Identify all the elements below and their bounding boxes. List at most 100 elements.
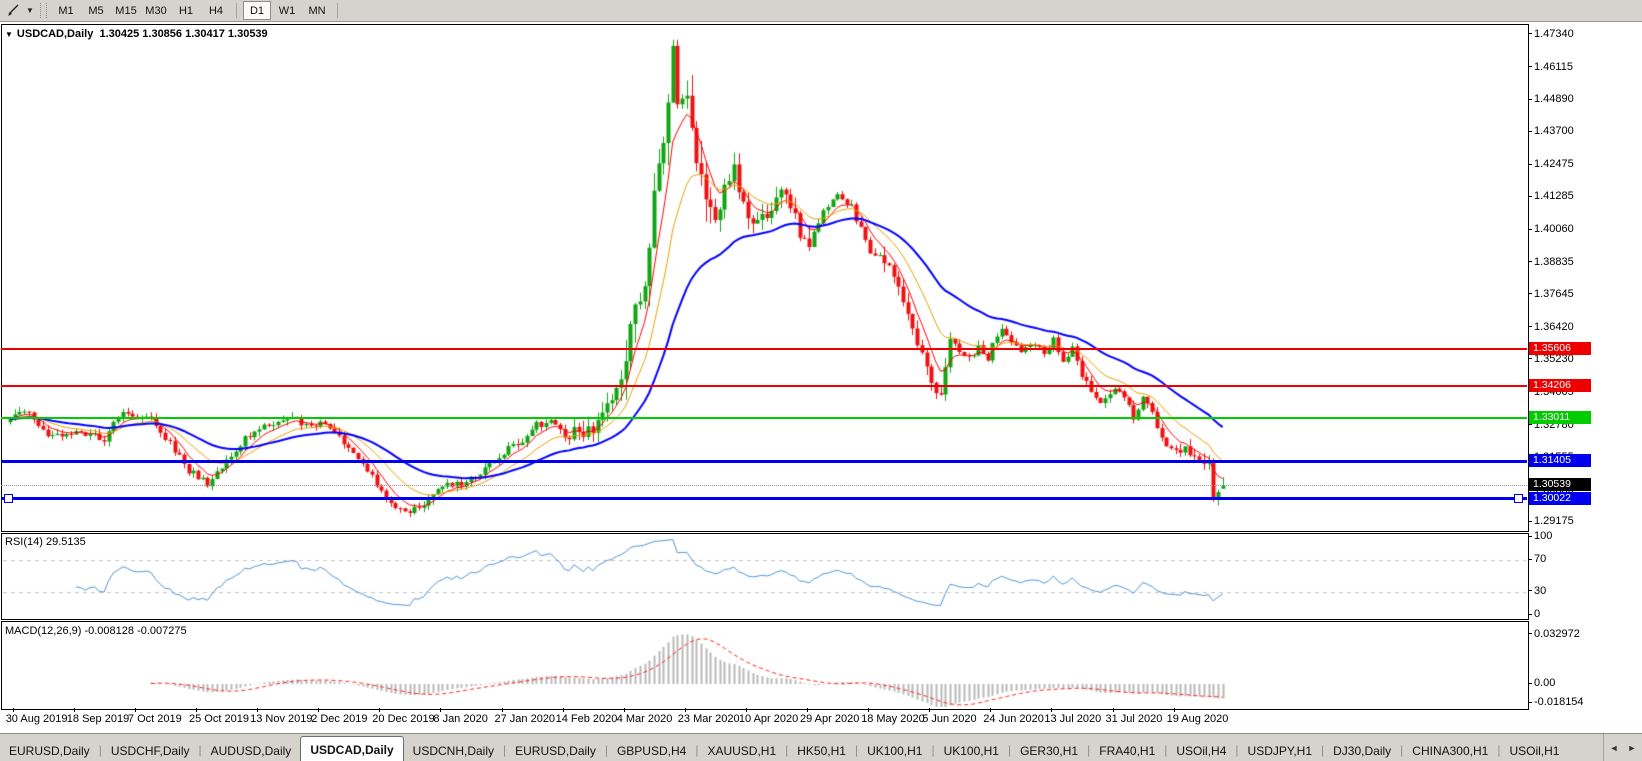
symbol-tab-fra40[interactable]: FRA40,H1 xyxy=(1090,740,1164,761)
symbol-tab-audusd[interactable]: AUDUSD,Daily xyxy=(202,740,301,761)
symbol-tab-xauusd[interactable]: XAUUSD,H1 xyxy=(698,740,785,761)
macd-axis-tick xyxy=(1528,701,1532,703)
date-axis-label[interactable]: 14 Feb 2020 xyxy=(556,713,618,725)
symbol-tab-usdjpy[interactable]: USDJPY,H1 xyxy=(1239,740,1321,761)
symbol-tab-usdchf[interactable]: USDCHF,Daily xyxy=(102,740,199,761)
date-axis-tick xyxy=(196,708,197,712)
price-hline-label-1.33011: 1.33011 xyxy=(1529,411,1591,425)
date-axis-label[interactable]: 25 Oct 2019 xyxy=(189,713,249,725)
date-axis-tick xyxy=(440,708,442,712)
symbol-tab-eurusd[interactable]: EURUSD,Daily xyxy=(0,740,99,761)
symbol-tab-gbpusd[interactable]: GBPUSD,H4 xyxy=(608,740,695,761)
date-axis-label[interactable]: 18 May 2020 xyxy=(861,713,925,725)
timeframe-button-m5[interactable]: M5 xyxy=(82,1,110,20)
tab-scroll-right-icon[interactable]: ► xyxy=(1626,743,1638,753)
rsi-label: RSI(14) 29.5135 xyxy=(5,536,86,548)
tab-scroll-left-icon[interactable]: ◄ xyxy=(1608,743,1620,753)
date-axis-label[interactable]: 30 Aug 2019 xyxy=(6,713,68,725)
price-axis-tick xyxy=(1528,163,1532,165)
price-hline-1.35606[interactable] xyxy=(1,347,1527,350)
date-axis-label[interactable]: 18 Sep 2019 xyxy=(67,713,129,725)
timeframe-button-mn[interactable]: MN xyxy=(303,1,331,20)
symbol-tab-china300[interactable]: CHINA300,H1 xyxy=(1403,740,1497,761)
macd-panel[interactable] xyxy=(1,621,1529,710)
price-hline-1.34206[interactable] xyxy=(1,385,1527,388)
date-axis-label[interactable]: 31 Jul 2020 xyxy=(1106,713,1163,725)
symbol-tab-eurusd[interactable]: EURUSD,Daily xyxy=(506,740,605,761)
chart-collapse-icon[interactable]: ▼ xyxy=(5,30,13,39)
symbol-tab-usdcnh[interactable]: USDCNH,Daily xyxy=(404,740,503,761)
date-axis-label[interactable]: 7 Oct 2019 xyxy=(128,713,182,725)
line-tool-dropdown-caret[interactable]: ▼ xyxy=(24,2,36,20)
line-tool-button[interactable] xyxy=(2,2,24,20)
price-chart-canvas[interactable] xyxy=(2,25,1526,529)
date-axis-label[interactable]: 29 Apr 2020 xyxy=(800,713,859,725)
timeframe-button-m1[interactable]: M1 xyxy=(52,1,80,20)
macd-axis-label: -0.018154 xyxy=(1534,696,1584,708)
symbol-tab-uk100[interactable]: UK100,H1 xyxy=(935,740,1008,761)
date-axis-label[interactable]: 13 Jul 2020 xyxy=(1044,713,1101,725)
macd-canvas[interactable] xyxy=(2,622,1526,707)
date-axis-label[interactable]: 19 Aug 2020 xyxy=(1167,713,1229,725)
toolbar-separator xyxy=(337,3,338,18)
price-hline-1.30022[interactable] xyxy=(1,497,1527,501)
toolbar-separator xyxy=(236,3,237,18)
symbol-tab-usoil[interactable]: USOil,H1 xyxy=(1500,740,1568,761)
hline-handle-right[interactable] xyxy=(1514,494,1523,504)
timeframe-button-m30[interactable]: M30 xyxy=(142,1,170,20)
price-axis-tick xyxy=(1528,261,1532,263)
date-axis-tick xyxy=(1173,708,1175,712)
price-hline-1.33011[interactable] xyxy=(1,417,1527,420)
date-axis-label[interactable]: 10 Apr 2020 xyxy=(739,713,798,725)
symbol-tab-dj30[interactable]: DJ30,Daily xyxy=(1324,740,1400,761)
date-axis-label[interactable]: 2 Dec 2019 xyxy=(311,713,367,725)
timeframe-button-h1[interactable]: H1 xyxy=(172,1,200,20)
price-axis-label: 1.46115 xyxy=(1534,60,1573,73)
hline-handle-left[interactable] xyxy=(4,494,13,504)
date-axis-label[interactable]: 23 Mar 2020 xyxy=(678,713,740,725)
price-hline-label-1.31405: 1.31405 xyxy=(1529,454,1591,468)
timeframe-button-d1[interactable]: D1 xyxy=(243,1,271,20)
timeframe-button-m15[interactable]: M15 xyxy=(112,1,140,20)
symbol-tab-ger30[interactable]: GER30,H1 xyxy=(1011,740,1087,761)
date-axis-tick xyxy=(1051,708,1053,712)
timeframe-button-w1[interactable]: W1 xyxy=(273,1,301,20)
price-hline-label-1.35606: 1.35606 xyxy=(1529,341,1591,355)
price-axis-tick xyxy=(1528,98,1532,100)
price-axis-tick xyxy=(1528,130,1532,132)
date-axis-label[interactable]: 4 Mar 2020 xyxy=(617,713,673,725)
price-axis-tick xyxy=(1528,358,1532,360)
date-axis-label[interactable]: 24 Jun 2020 xyxy=(983,713,1044,725)
symbol-tab-bar: EURUSD,Daily | USDCHF,Daily | AUDUSD,Daily US… xyxy=(0,733,1642,761)
rsi-axis-label: 100 xyxy=(1534,530,1553,542)
price-axis-tick xyxy=(1528,33,1532,35)
symbol-tab-hk50[interactable]: HK50,H1 xyxy=(788,740,855,761)
price-axis-label: 1.41285 xyxy=(1534,190,1574,203)
current-price-line xyxy=(1,484,1527,486)
date-axis-label[interactable]: 5 Jun 2020 xyxy=(922,713,976,725)
date-axis-label[interactable]: 20 Dec 2019 xyxy=(372,713,434,725)
symbol-tab-usoil[interactable]: USOil,H4 xyxy=(1167,740,1235,761)
date-axis-label[interactable]: 13 Nov 2019 xyxy=(250,713,312,725)
date-axis-label[interactable]: 27 Jan 2020 xyxy=(495,713,556,725)
date-axis-tick xyxy=(1112,708,1114,712)
date-axis-tick xyxy=(257,708,259,712)
rsi-canvas[interactable] xyxy=(2,534,1526,617)
price-hline-1.31405[interactable] xyxy=(1,459,1527,463)
date-axis-tick xyxy=(562,708,564,712)
rsi-axis-tick xyxy=(1528,558,1532,560)
price-axis-tick xyxy=(1528,195,1532,197)
symbol-tab-uk100[interactable]: UK100,H1 xyxy=(858,740,931,761)
tab-scroll-buttons: ◄ ► xyxy=(1603,734,1642,761)
macd-label: MACD(12,26,9) -0.008128 -0.007275 xyxy=(5,625,187,637)
price-axis-tick xyxy=(1528,66,1532,68)
timeframe-buttons: M1 M5 M15 M30 H1 H4 D1 W1 MN xyxy=(51,0,343,21)
rsi-panel[interactable] xyxy=(1,533,1529,620)
price-axis-tick xyxy=(1528,293,1532,295)
price-chart-panel[interactable] xyxy=(1,24,1529,532)
date-axis-label[interactable]: 8 Jan 2020 xyxy=(433,713,487,725)
price-axis-label: 1.42475 xyxy=(1534,158,1574,171)
symbol-tab-usdcad-active[interactable]: USDCAD,Daily xyxy=(300,736,404,761)
timeframe-button-h4[interactable]: H4 xyxy=(202,1,230,20)
date-axis-tick xyxy=(868,708,870,712)
